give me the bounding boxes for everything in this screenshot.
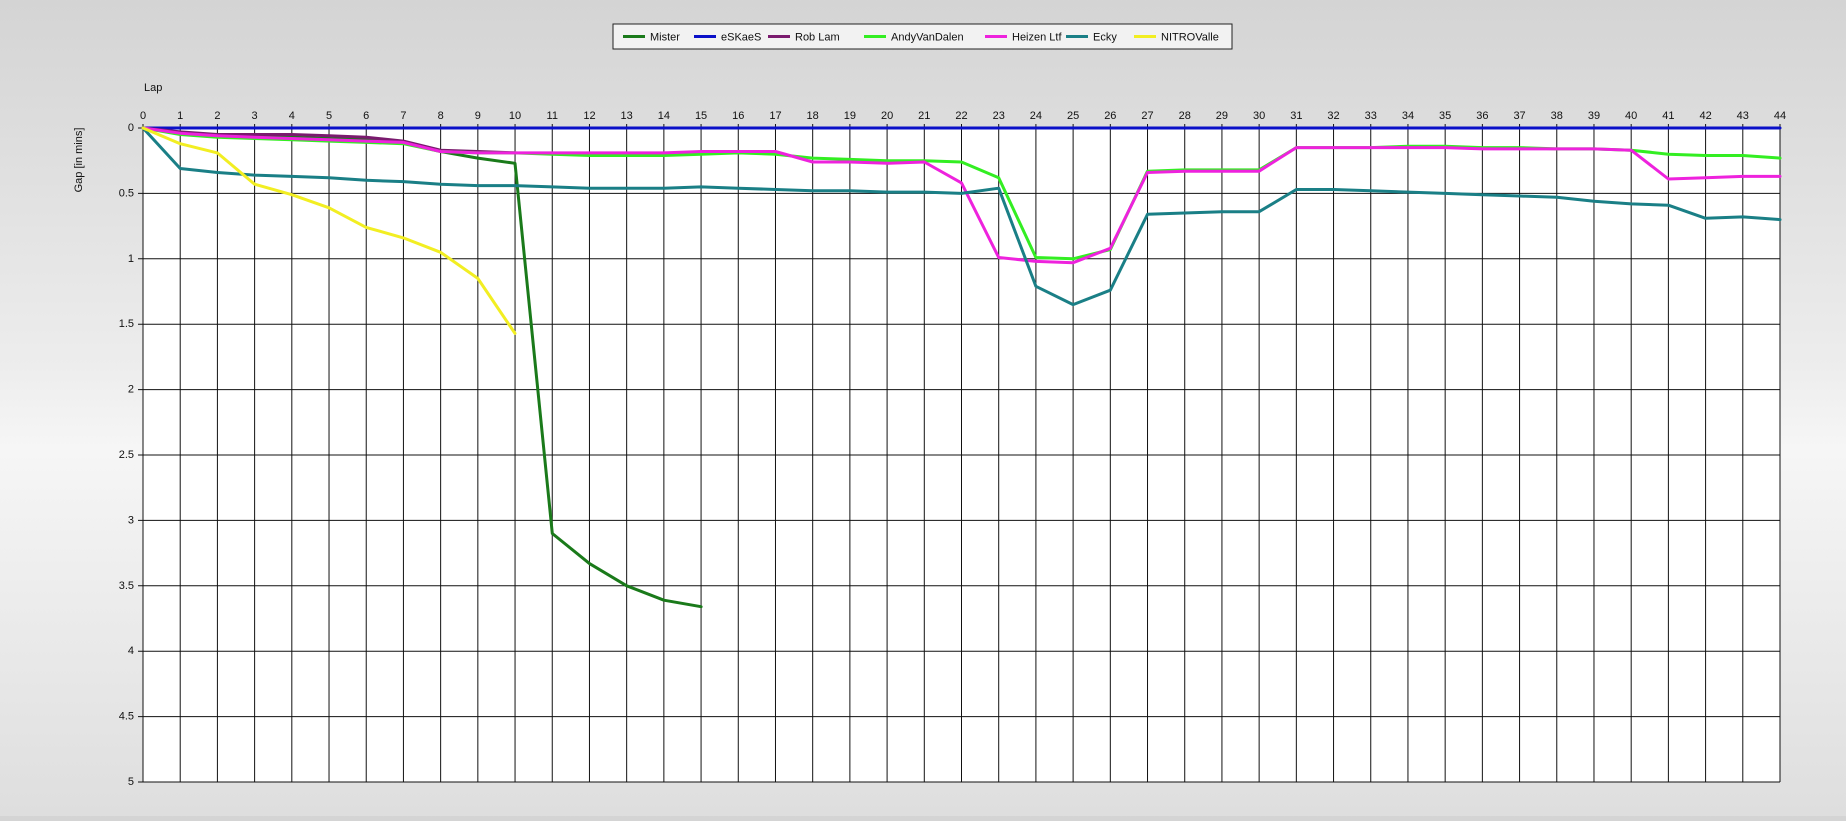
- x-tick-label: 2: [214, 110, 220, 122]
- x-tick-label: 9: [475, 110, 481, 122]
- y-tick-label: 0: [128, 122, 134, 134]
- x-tick-label: 39: [1588, 110, 1600, 122]
- legend-label-eskaes: eSKaeS: [721, 32, 761, 44]
- gap-chart-svg: Lap Gap [in mins] 0 1 2 3 4 5 6 7 8 9 10 11 12 13 14 15…: [73, 23, 1786, 788]
- gap-chart: Lap Gap [in mins] 0 1 2 3 4 5 6 7 8 9 10 11 12 13 14 15…: [0, 0, 1846, 816]
- x-tick-label: 15: [695, 110, 707, 122]
- x-tick-label: 37: [1513, 110, 1525, 122]
- x-tick-label: 42: [1699, 110, 1711, 122]
- legend-label-rob-lam: Rob Lam: [795, 32, 840, 44]
- y-tick-label: 1.5: [119, 318, 134, 330]
- x-tick-label: 5: [326, 110, 332, 122]
- x-tick-label: 23: [993, 110, 1005, 122]
- legend-label-ecky: Ecky: [1093, 32, 1117, 44]
- x-tick-label: 35: [1439, 110, 1451, 122]
- x-tick-label: 17: [769, 110, 781, 122]
- y-axis-title: Gap [in mins]: [73, 128, 85, 193]
- y-tick-label: 4: [128, 645, 134, 657]
- x-tick-label: 21: [918, 110, 930, 122]
- legend: Mister eSKaeS Rob Lam AndyVanDalen Heizen Lt…: [612, 23, 1233, 50]
- x-tick-label: 7: [400, 110, 406, 122]
- x-tick-label: 28: [1179, 110, 1191, 122]
- x-tick-label: 26: [1104, 110, 1116, 122]
- x-tick-label: 19: [844, 110, 856, 122]
- x-tick-label: 27: [1141, 110, 1153, 122]
- y-tick-label: 3: [128, 514, 134, 526]
- legend-label-andyvandalen: AndyVanDalen: [891, 32, 964, 44]
- x-tick-label: 10: [509, 110, 521, 122]
- x-tick-label: 12: [583, 110, 595, 122]
- x-tick-label: 44: [1774, 110, 1786, 122]
- x-tick-label: 0: [140, 110, 146, 122]
- x-tick-label: 20: [881, 110, 893, 122]
- legend-label-nitrovalle: NITROValle: [1161, 32, 1219, 44]
- grid-layer: [138, 124, 1781, 783]
- x-tick-label: 11: [547, 110, 558, 122]
- y-tick-label: 4.5: [119, 711, 134, 723]
- x-tick-label: 18: [807, 110, 819, 122]
- x-tick-label: 40: [1625, 110, 1637, 122]
- x-tick-label: 13: [621, 110, 633, 122]
- x-tick-label: 24: [1030, 110, 1042, 122]
- x-tick-label: 30: [1253, 110, 1265, 122]
- y-tick-label: 1: [128, 253, 134, 265]
- x-tick-label: 43: [1737, 110, 1749, 122]
- x-tick-label: 25: [1067, 110, 1079, 122]
- x-tick-label: 3: [252, 110, 258, 122]
- x-tick-label: 38: [1551, 110, 1563, 122]
- x-tick-label: 16: [732, 110, 744, 122]
- x-tick-label: 6: [363, 110, 369, 122]
- x-axis-title: Lap: [144, 82, 162, 94]
- x-tick-label: 41: [1662, 110, 1674, 122]
- x-tick-label: 29: [1216, 110, 1228, 122]
- y-tick-label: 3.5: [119, 580, 134, 592]
- legend-label-heizen-ltf: Heizen Ltf: [1012, 32, 1062, 44]
- x-tick-label: 1: [177, 110, 183, 122]
- x-tick-label: 33: [1365, 110, 1377, 122]
- x-tick-label: 31: [1290, 110, 1302, 122]
- x-tick-label: 34: [1402, 110, 1414, 122]
- x-tick-label: 14: [658, 110, 670, 122]
- y-tick-label: 2: [128, 384, 134, 396]
- x-tick-label: 22: [955, 110, 967, 122]
- x-tick-label: 4: [289, 110, 295, 122]
- legend-label-mister: Mister: [650, 32, 680, 44]
- x-tick-label: 36: [1476, 110, 1488, 122]
- y-tick-label: 0.5: [119, 187, 134, 199]
- x-tick-label: 32: [1327, 110, 1339, 122]
- y-tick-label: 2.5: [119, 449, 134, 461]
- x-tick-label: 8: [438, 110, 444, 122]
- y-tick-label: 5: [128, 776, 134, 788]
